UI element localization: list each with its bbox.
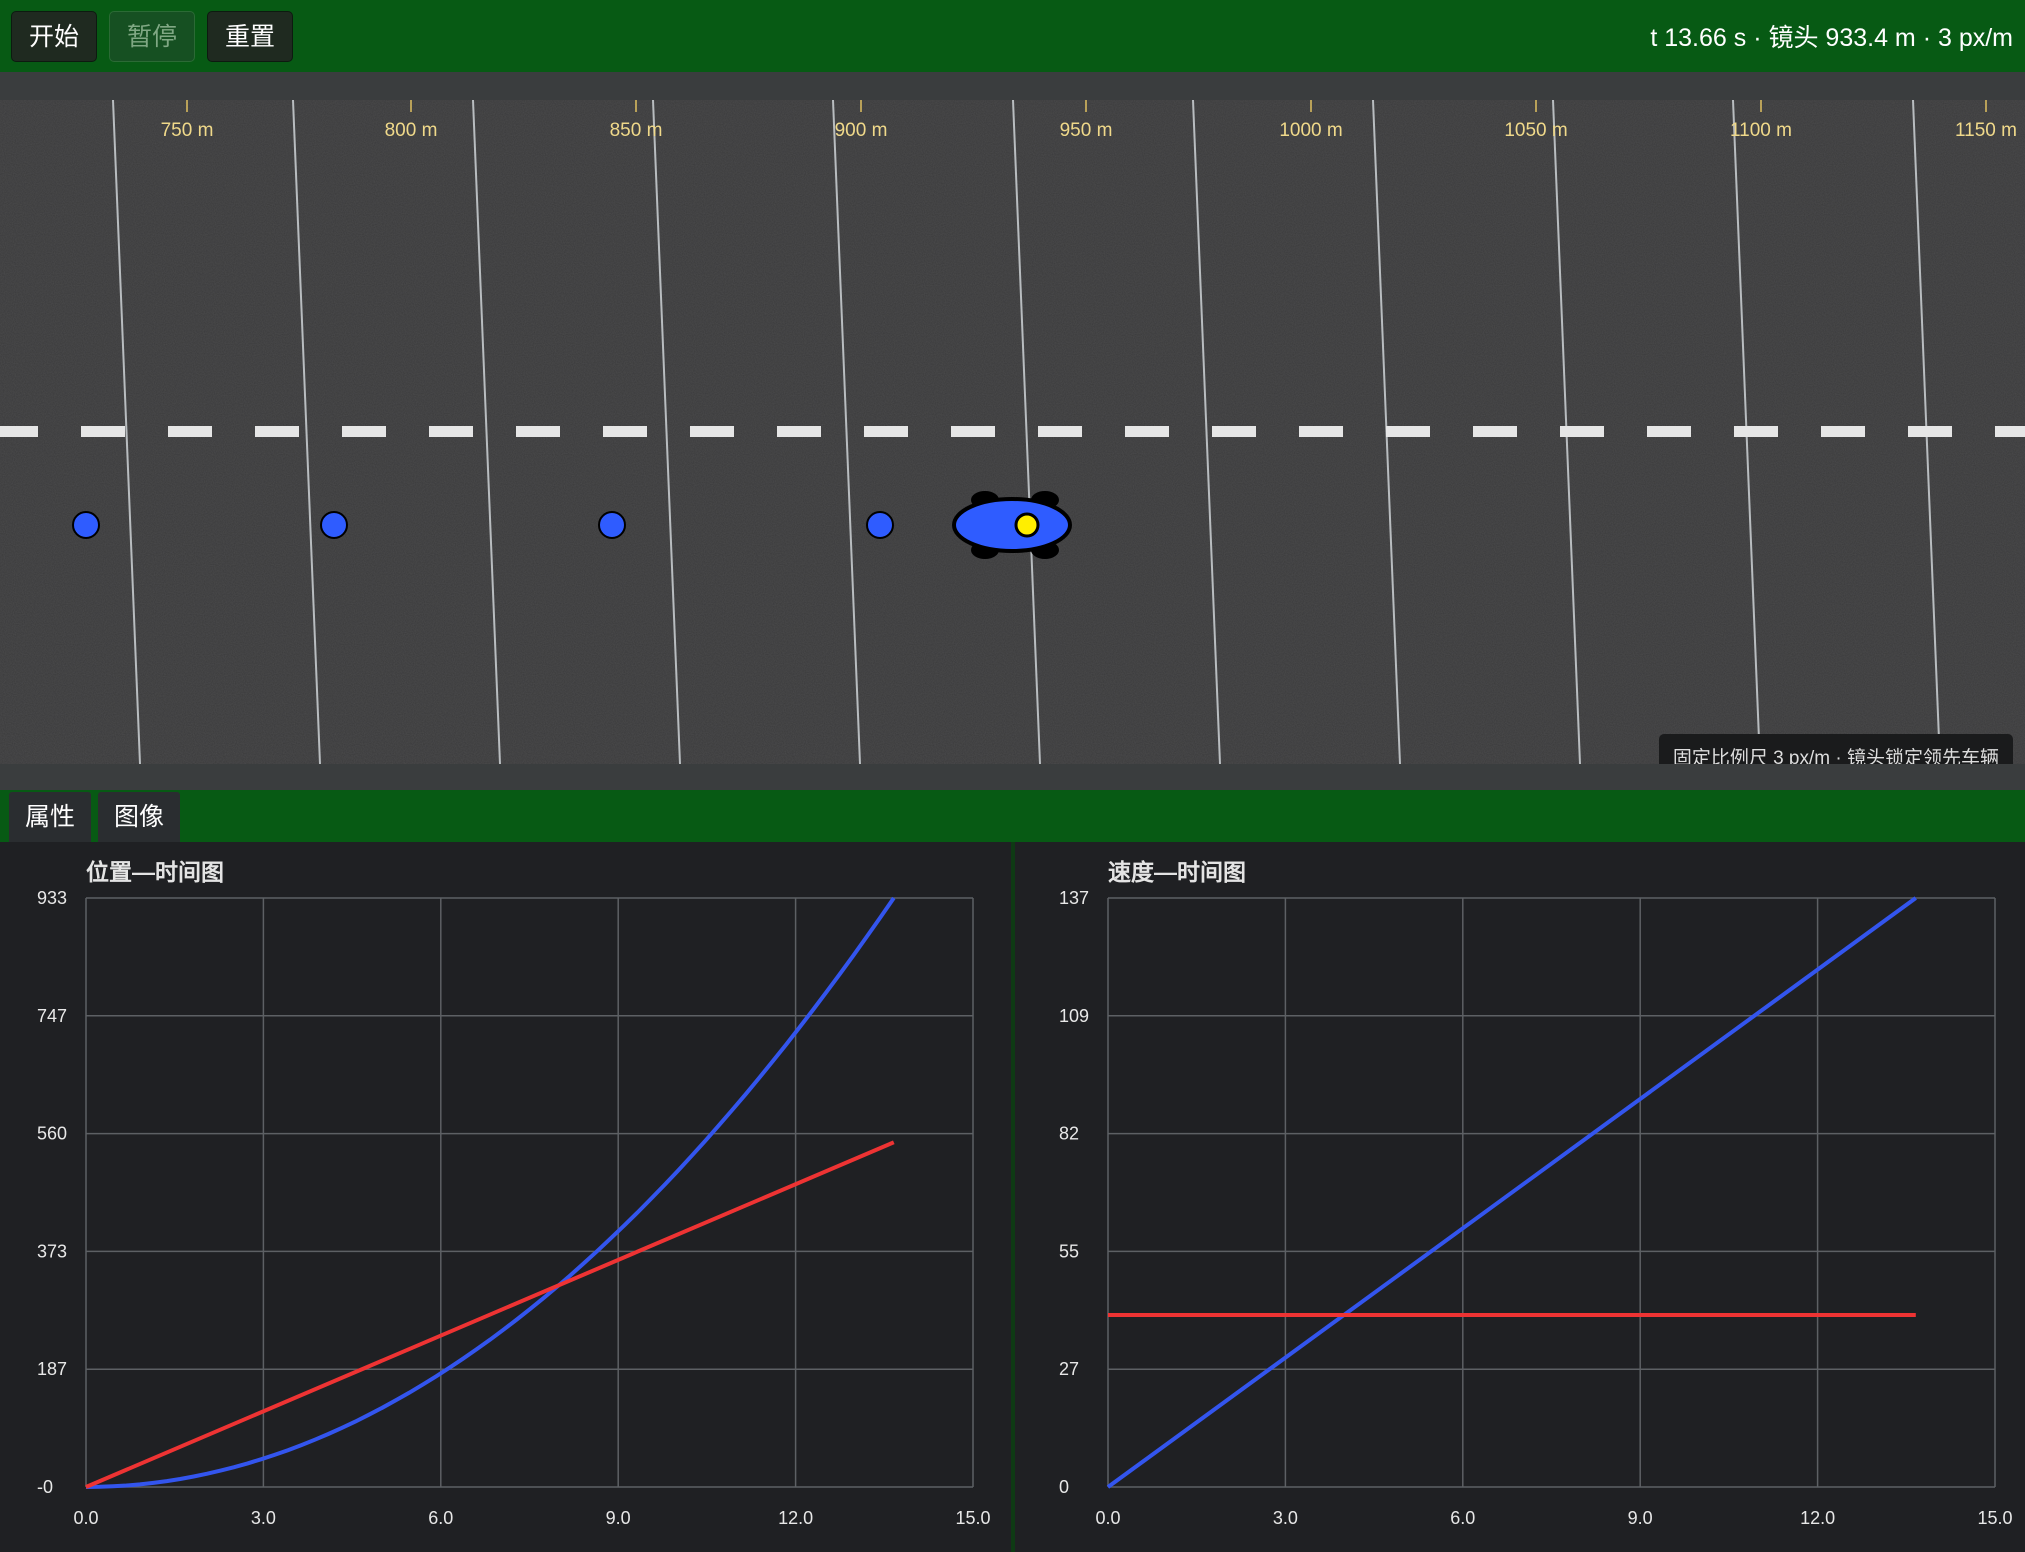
lane-dash bbox=[516, 426, 560, 437]
tab-bar: 属性 图像 bbox=[0, 790, 2025, 842]
asphalt-texture bbox=[0, 100, 2025, 764]
status-readout: t 13.66 s · 镜头 933.4 m · 3 px/m bbox=[1650, 24, 2013, 52]
x-tick-label: 9.0 bbox=[1628, 1508, 1653, 1528]
x-tick-label: 12.0 bbox=[778, 1508, 813, 1528]
lane-dash bbox=[0, 426, 38, 437]
pause-button[interactable]: 暂停 bbox=[109, 11, 195, 62]
lane-dash bbox=[1647, 426, 1691, 437]
ruler-label: 1000 m bbox=[1279, 120, 1342, 141]
x-tick-label: 12.0 bbox=[1800, 1508, 1835, 1528]
lane-dash bbox=[690, 426, 734, 437]
toolbar: 开始 暂停 重置 t 13.66 s · 镜头 933.4 m · 3 px/m bbox=[0, 0, 2025, 72]
lane-dash bbox=[1473, 426, 1517, 437]
y-tick-label: 0 bbox=[1059, 1477, 1069, 1497]
x-tick-label: 6.0 bbox=[428, 1508, 453, 1528]
lane-dash bbox=[777, 426, 821, 437]
position-time-chart: 0.0 3.0 6.0 9.0 12.0 15.0 -0 187 373 560 747 933 bbox=[37, 888, 991, 1528]
x-tick-label: 6.0 bbox=[1450, 1508, 1475, 1528]
lane-dash bbox=[429, 426, 473, 437]
lane-dash bbox=[1560, 426, 1604, 437]
lane-dash bbox=[1125, 426, 1169, 437]
y-tick-label: 137 bbox=[1059, 888, 1089, 908]
ruler-label: 1150 m bbox=[1955, 120, 2017, 141]
x-tick-label: 15.0 bbox=[955, 1508, 990, 1528]
trail-dot bbox=[598, 511, 626, 539]
lead-car[interactable] bbox=[952, 491, 1072, 559]
trail-dot bbox=[72, 511, 100, 539]
y-tick-label: 109 bbox=[1059, 1006, 1089, 1026]
ruler-label: 950 m bbox=[1060, 120, 1113, 141]
y-tick-label: 27 bbox=[1059, 1359, 1079, 1379]
reset-button[interactable]: 重置 bbox=[207, 11, 293, 62]
lane-dash bbox=[255, 426, 299, 437]
x-tick-label: 3.0 bbox=[251, 1508, 276, 1528]
y-tick-label: 82 bbox=[1059, 1124, 1079, 1144]
lane-dash bbox=[1734, 426, 1778, 437]
y-tick-label: 373 bbox=[37, 1241, 67, 1261]
y-tick-label: 560 bbox=[37, 1124, 67, 1144]
ruler-label: 750 m bbox=[161, 120, 214, 141]
position-series-2 bbox=[85, 1140, 895, 1489]
y-tick-label: 55 bbox=[1059, 1241, 1079, 1261]
car-driver bbox=[1014, 512, 1040, 538]
lane-dash bbox=[603, 426, 647, 437]
velocity-series-1 bbox=[1106, 896, 1917, 1489]
x-tick-label: 15.0 bbox=[1977, 1508, 2012, 1528]
lane-dash bbox=[951, 426, 995, 437]
y-tick-label: 933 bbox=[37, 888, 67, 908]
lane-dash bbox=[1386, 426, 1430, 437]
ruler-label: 900 m bbox=[835, 120, 888, 141]
lane-dash bbox=[1995, 426, 2025, 437]
x-tick-label: 3.0 bbox=[1273, 1508, 1298, 1528]
tab-graphs[interactable]: 图像 bbox=[98, 792, 181, 842]
velocity-grid bbox=[1107, 897, 1996, 1488]
x-tick-label: 9.0 bbox=[606, 1508, 631, 1528]
ruler-label: 850 m bbox=[610, 120, 663, 141]
trail-dot bbox=[320, 511, 348, 539]
lane-dash bbox=[1212, 426, 1256, 437]
trail-dot bbox=[866, 511, 894, 539]
velocity-time-chart: 0.0 3.0 6.0 9.0 12.0 15.0 0 27 55 82 109 137 bbox=[1059, 888, 2013, 1528]
lane-dash bbox=[864, 426, 908, 437]
y-tick-label: -0 bbox=[37, 1477, 53, 1497]
position-grid bbox=[85, 897, 974, 1488]
x-tick-label: 0.0 bbox=[73, 1508, 98, 1528]
x-tick-label: 0.0 bbox=[1095, 1508, 1120, 1528]
y-tick-label: 187 bbox=[37, 1359, 67, 1379]
lane-dash bbox=[1908, 426, 1952, 437]
road-top-border bbox=[0, 72, 2025, 100]
lane-dash bbox=[1299, 426, 1343, 437]
road-bottom-border bbox=[0, 764, 2025, 790]
start-button[interactable]: 开始 bbox=[11, 11, 97, 62]
lane-dash bbox=[1038, 426, 1082, 437]
lane-dash bbox=[81, 426, 125, 437]
tab-properties[interactable]: 属性 bbox=[9, 792, 92, 842]
road-canvas: 750 m 800 m 850 m 900 m 950 m 1000 m 1050 m 110… bbox=[0, 100, 2025, 764]
car-body bbox=[952, 497, 1072, 553]
ruler-label: 1050 m bbox=[1504, 120, 1567, 141]
y-tick-label: 747 bbox=[37, 1006, 67, 1026]
ruler-label: 1100 m bbox=[1730, 120, 1792, 141]
lane-dash bbox=[1821, 426, 1865, 437]
lane-dash bbox=[342, 426, 386, 437]
ruler-label: 800 m bbox=[385, 120, 438, 141]
lane-dash bbox=[168, 426, 212, 437]
